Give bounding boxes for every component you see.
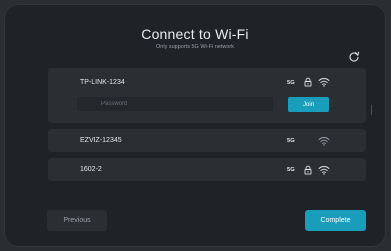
scrollbar[interactable] (371, 105, 372, 115)
network-ssid: 1602-2 (80, 166, 102, 173)
join-button[interactable]: Join (288, 97, 329, 112)
lock-icon (303, 77, 313, 87)
band-badge: 5G (287, 80, 295, 86)
lock-icon (303, 165, 313, 175)
refresh-icon[interactable] (348, 51, 360, 63)
band-badge: 5G (287, 167, 295, 173)
page-subtitle: Only supports 5G Wi-Fi network (156, 44, 234, 50)
network-item-1602-2[interactable]: 1602-2 5G (48, 158, 366, 181)
page-title: Connect to Wi-Fi (141, 26, 249, 42)
wifi-signal-icon (318, 136, 330, 146)
wifi-setup-panel: Connect to Wi-Fi Only supports 5G Wi-Fi … (4, 4, 386, 247)
wifi-signal-icon (318, 77, 330, 87)
band-badge: 5G (287, 138, 295, 144)
previous-button[interactable]: Previous (47, 210, 107, 231)
network-item-tp-link-1234[interactable]: TP-LINK-1234 5G Join (48, 68, 366, 123)
network-ssid: TP-LINK-1234 (80, 79, 125, 86)
network-item-ezviz-12345[interactable]: EZVIZ-12345 5G (48, 129, 366, 152)
password-input[interactable] (77, 97, 273, 111)
wifi-signal-icon (318, 165, 330, 175)
network-ssid: EZVIZ-12345 (80, 137, 122, 144)
complete-button[interactable]: Complete (305, 210, 366, 231)
